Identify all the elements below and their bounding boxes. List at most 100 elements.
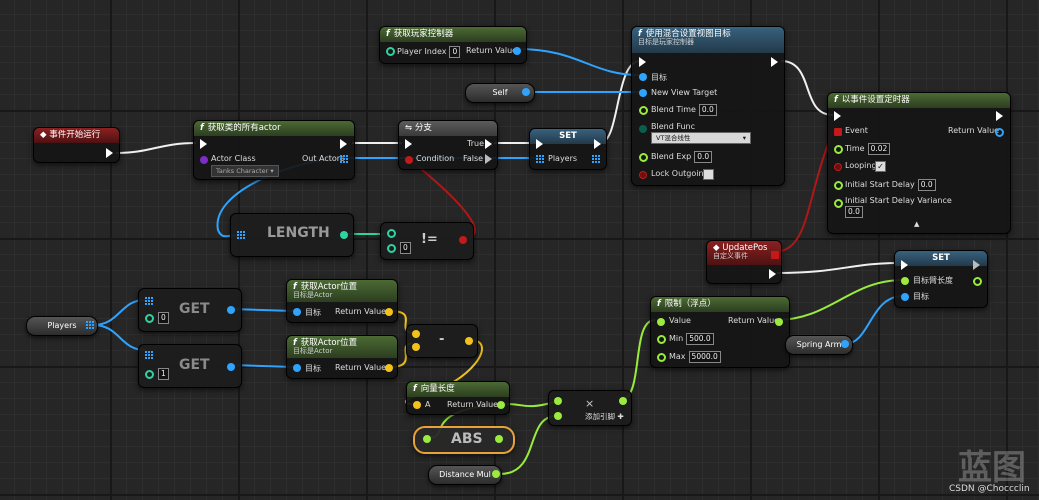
variance-field[interactable]: 0.0 (845, 206, 863, 218)
max-field[interactable]: 5000.0 (688, 351, 721, 363)
blend-time-pin[interactable] (639, 106, 648, 115)
looping-pin[interactable] (834, 163, 842, 171)
time-field[interactable]: 0.02 (867, 143, 891, 155)
array-in-pin[interactable] (237, 231, 246, 240)
exec-out-pin[interactable] (340, 139, 347, 149)
player-index-pin[interactable] (386, 47, 395, 56)
false-exec-pin[interactable] (485, 154, 492, 164)
a-pin[interactable] (413, 401, 421, 409)
a-pin[interactable] (554, 397, 562, 405)
players-out-pin[interactable] (86, 321, 95, 330)
return-value-pin[interactable] (995, 128, 1004, 137)
array-out-pin[interactable] (340, 155, 349, 164)
time-pin[interactable] (834, 145, 843, 154)
min-field[interactable]: 500.0 (686, 333, 714, 345)
item-out-pin[interactable] (227, 306, 235, 314)
array-in-pin[interactable] (145, 297, 154, 306)
value-in-pin[interactable] (423, 435, 431, 443)
array-in-pin[interactable] (145, 351, 154, 360)
array-length-node[interactable]: LENGTH (230, 213, 354, 257)
array-get-node-1[interactable]: 1 GET (138, 344, 242, 388)
vector-out-pin[interactable] (465, 337, 473, 345)
self-out-pin[interactable] (522, 88, 530, 96)
exec-in-pin[interactable] (639, 57, 646, 67)
delegate-out-pin[interactable] (771, 251, 779, 259)
set-players-node[interactable]: SET Players (529, 128, 607, 170)
true-exec-pin[interactable] (485, 139, 492, 149)
blend-exp-pin[interactable] (639, 153, 648, 162)
variance-pin[interactable] (834, 199, 843, 208)
set-timer-by-event-node[interactable]: f 以事件设置定时器 Event Return Value Time 0.02 Lo… (827, 92, 1011, 234)
a-pin[interactable] (412, 330, 420, 338)
float-out-pin[interactable] (619, 397, 627, 405)
set-view-target-node[interactable]: f 使用混合设置视图目标 目标是玩家控制器 目标 New View Target B… (631, 26, 785, 186)
return-value-pin[interactable] (513, 47, 521, 55)
exec-out-pin[interactable] (106, 148, 113, 158)
condition-pin[interactable] (405, 156, 413, 164)
update-pos-event-node[interactable]: ◆ UpdatePos 自定义事件 (706, 240, 782, 284)
blend-func-dropdown[interactable]: VT混合线性 ▾ (651, 132, 751, 144)
blend-exp-field[interactable]: 0.0 (694, 151, 713, 163)
arm-length-out-pin[interactable] (973, 277, 982, 286)
item-out-pin[interactable] (227, 363, 235, 371)
bool-out-pin[interactable] (459, 236, 467, 244)
target-pin[interactable] (293, 364, 301, 372)
event-delegate-pin[interactable] (834, 128, 842, 136)
looping-checkbox[interactable]: ✓ (875, 161, 886, 172)
get-actor-location-node-1[interactable]: f 获取Actor位置 目标是Actor 目标 Return Value (286, 279, 398, 323)
b-value-field[interactable]: 0 (400, 242, 411, 254)
index-pin[interactable] (145, 314, 154, 323)
b-pin[interactable] (554, 412, 562, 420)
player-index-field[interactable]: 0 (449, 46, 461, 58)
vector-subtract-node[interactable]: - (406, 324, 478, 358)
blueprint-graph-canvas[interactable]: ◆ 事件开始运行 f 获取类的所有actor Actor Class Tanks … (0, 0, 1039, 500)
int-out-pin[interactable] (340, 231, 348, 239)
set-arm-length-node[interactable]: SET 目标臂长度 目标 (894, 250, 988, 308)
arm-length-pin[interactable] (901, 277, 909, 285)
blend-func-pin[interactable] (639, 125, 647, 133)
float-out-pin[interactable] (495, 435, 503, 443)
class-pin[interactable] (200, 156, 208, 164)
target-pin[interactable] (639, 73, 647, 81)
min-pin[interactable] (657, 335, 666, 344)
spring-arm-out-pin[interactable] (841, 340, 849, 348)
add-pin-button[interactable]: 添加引脚 ✚ (585, 411, 624, 422)
value-pin[interactable] (657, 318, 665, 326)
float-out-pin[interactable] (775, 318, 783, 326)
get-all-actors-node[interactable]: f 获取类的所有actor Actor Class Tanks Character… (193, 120, 355, 180)
distance-mul-variable-node[interactable]: Distance Mul (428, 465, 502, 485)
vector-out-pin[interactable] (385, 308, 393, 316)
branch-node[interactable]: ⇋ 分支 True Condition False (398, 120, 498, 170)
exec-in-pin[interactable] (901, 260, 908, 270)
not-equal-node[interactable]: 0 != (380, 222, 474, 260)
max-pin[interactable] (657, 353, 666, 362)
exec-in-pin[interactable] (834, 111, 841, 121)
array-get-node-0[interactable]: 0 GET (138, 288, 242, 332)
players-out-pin[interactable] (592, 155, 601, 164)
clamp-float-node[interactable]: f 限制（浮点） Value Return Value Min 500.0 Max 5… (650, 296, 790, 368)
expand-arrow-icon[interactable]: ▲ (914, 220, 919, 228)
exec-in-pin[interactable] (405, 139, 412, 149)
get-actor-location-node-2[interactable]: f 获取Actor位置 目标是Actor 目标 Return Value (286, 335, 398, 379)
exec-out-pin[interactable] (973, 260, 980, 270)
initial-delay-field[interactable]: 0.0 (917, 179, 936, 191)
blend-time-field[interactable]: 0.0 (698, 104, 717, 116)
vector-out-pin[interactable] (385, 364, 393, 372)
target-pin[interactable] (901, 293, 909, 301)
b-pin[interactable] (412, 343, 420, 351)
vector-length-node[interactable]: f 向量长度 A Return Value (406, 381, 510, 415)
players-in-pin[interactable] (536, 155, 545, 164)
lock-outgoing-pin[interactable] (639, 171, 647, 179)
exec-in-pin[interactable] (200, 139, 207, 149)
index-pin[interactable] (145, 370, 154, 379)
multiply-node[interactable]: × 添加引脚 ✚ (548, 390, 632, 426)
float-out-pin[interactable] (497, 401, 505, 409)
exec-in-pin[interactable] (536, 139, 543, 149)
new-view-target-pin[interactable] (639, 89, 647, 97)
index-field[interactable]: 0 (158, 312, 169, 324)
b-pin[interactable] (387, 244, 396, 253)
lock-outgoing-checkbox[interactable] (703, 169, 714, 180)
initial-delay-pin[interactable] (834, 181, 843, 190)
exec-out-pin[interactable] (594, 139, 601, 149)
exec-out-pin[interactable] (769, 269, 776, 279)
